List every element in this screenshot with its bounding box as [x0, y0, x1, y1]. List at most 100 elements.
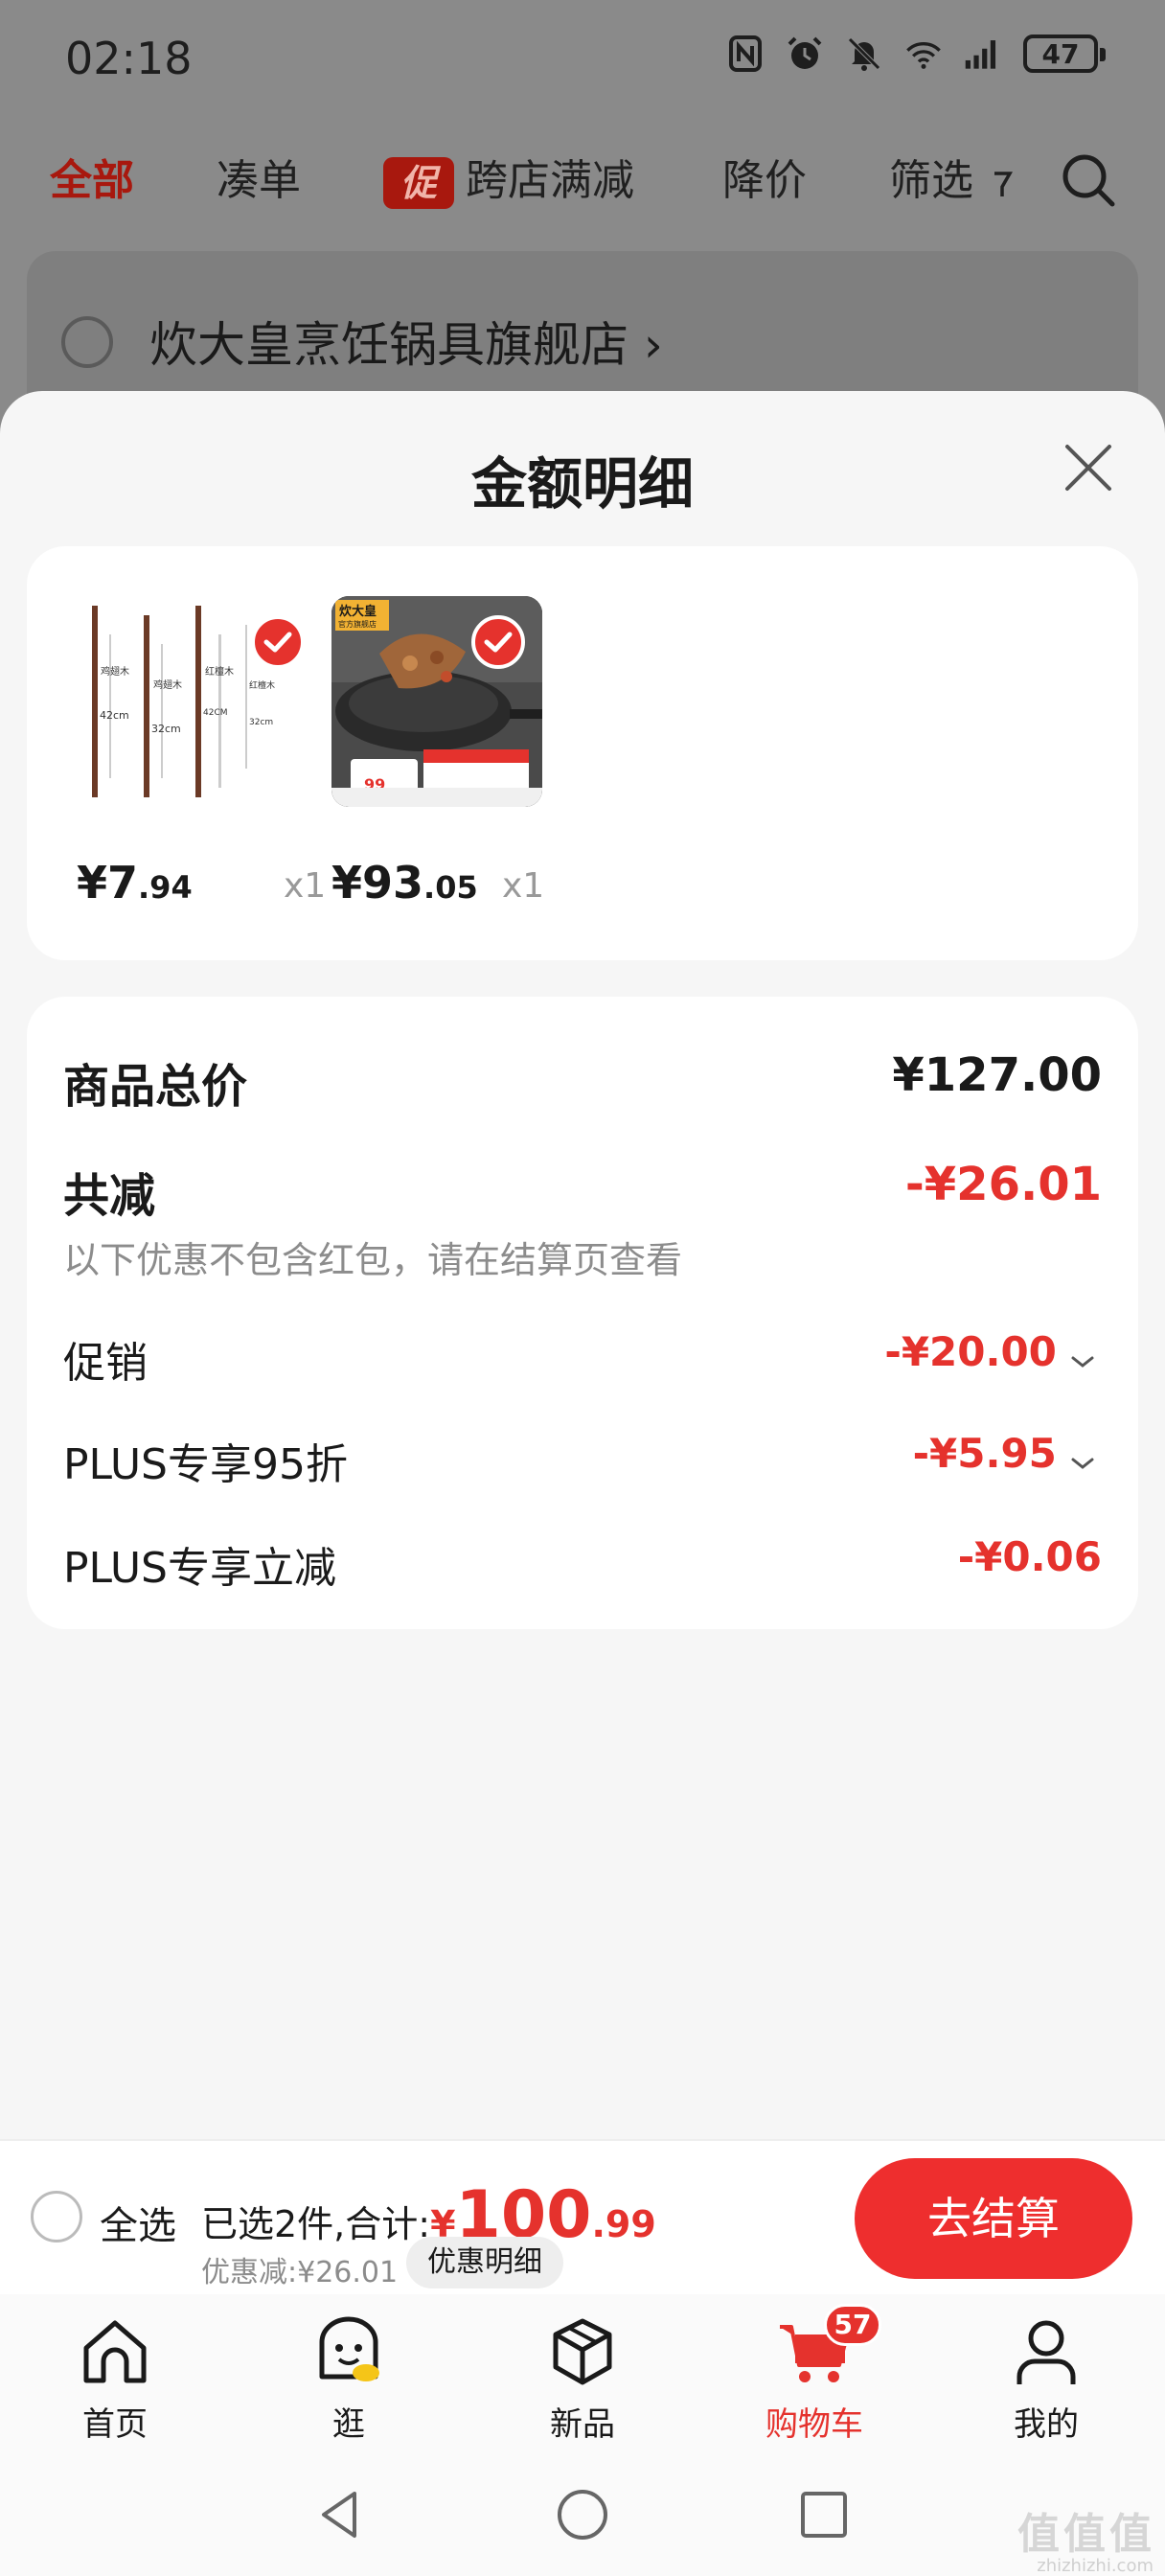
- nav-browse[interactable]: 逛: [272, 2313, 425, 2445]
- chevron-down-icon[interactable]: [1067, 1452, 1098, 1475]
- chopstick-size-1: 42cm: [100, 709, 129, 722]
- nfc-icon: [726, 34, 765, 73]
- product-selected-check-icon: [471, 615, 525, 669]
- close-icon[interactable]: [1060, 439, 1117, 496]
- nav-new-products[interactable]: 新品: [506, 2313, 659, 2445]
- nav-label: 首页: [82, 2405, 148, 2444]
- search-icon[interactable]: [1060, 151, 1117, 209]
- total-reduce-value: -¥26.01: [904, 1158, 1102, 1211]
- signal-icon: [964, 34, 1002, 73]
- nav-cart[interactable]: 57 购物车: [738, 2304, 891, 2445]
- product-price-int: ¥7: [77, 857, 139, 908]
- chopstick-label-1: 鸡翅木: [101, 665, 129, 678]
- discount-summary: 优惠减:¥26.01: [201, 2256, 399, 2289]
- nav-profile[interactable]: 我的: [970, 2313, 1123, 2445]
- store-checkbox[interactable]: [61, 316, 113, 368]
- chopstick-label-4: 红檀木: [249, 679, 275, 691]
- discount-detail-button[interactable]: 优惠明细: [406, 2237, 563, 2288]
- sheet-title: 金额明细: [470, 451, 694, 517]
- home-button-icon[interactable]: [554, 2486, 611, 2543]
- watermark-url: zhizhizhi.com: [1037, 2556, 1154, 2576]
- nav-label: 新品: [550, 2405, 615, 2444]
- nav-label: 我的: [1014, 2405, 1079, 2444]
- total-price-label: 商品总价: [63, 1060, 248, 1114]
- summary-card: 商品总价 ¥127.00 共减 -¥26.01 以下优惠不包含红包，请在结算页查…: [27, 997, 1138, 1629]
- sum-decimal: .99: [591, 2203, 656, 2245]
- store-name[interactable]: 炊大皇烹饪锅具旗舰店 ›: [149, 307, 663, 376]
- status-time: 02:18: [65, 33, 193, 84]
- watermark: 值值值: [1017, 2510, 1155, 2559]
- chevron-down-icon[interactable]: [1067, 1350, 1098, 1373]
- store-arrow: ›: [643, 317, 663, 373]
- product-qty: x1: [502, 866, 545, 906]
- discount-value: -¥5.95: [912, 1430, 1057, 1477]
- product-price: ¥7.94: [77, 857, 193, 908]
- reduce-note-row: 以下优惠不包含红包，请在结算页查看: [63, 1230, 1102, 1281]
- chopstick-size-2: 32cm: [151, 723, 181, 735]
- discount-value: -¥20.00: [884, 1328, 1057, 1375]
- product-selected-check-icon: [251, 615, 305, 669]
- tab-cross-store[interactable]: 促跨店满减: [383, 146, 634, 209]
- nav-label: 购物车: [765, 2405, 863, 2444]
- bottom-tab-bar: 首页 逛 新品 57 购物车 我的: [0, 2294, 1165, 2451]
- status-icons: 47: [726, 34, 1106, 73]
- system-nav-bar: 值值值 zhizhizhi.com: [0, 2451, 1165, 2576]
- mute-icon: [845, 34, 883, 73]
- cart-filter-tabs: 全部 凑单 促跨店满减 降价 筛选: [0, 134, 1165, 220]
- product-price-dec: .94: [138, 869, 193, 906]
- product-qty: x1: [284, 866, 327, 906]
- chopstick-label-2: 鸡翅木: [153, 678, 182, 691]
- cart-count-badge: 57: [824, 2304, 881, 2346]
- back-icon[interactable]: [312, 2486, 370, 2543]
- tab-filter-label: 筛选: [889, 156, 973, 205]
- discount-value: -¥0.06: [957, 1533, 1102, 1580]
- discount-value-wrap: -¥20.00: [884, 1328, 1098, 1375]
- discount-row-plus95[interactable]: PLUS专享95折 -¥5.95: [63, 1430, 1102, 1489]
- product-price-int: ¥93: [331, 857, 424, 908]
- reduce-note: 以下优惠不包含红包，请在结算页查看: [63, 1239, 683, 1281]
- filter-icon: [987, 156, 1016, 205]
- nav-home[interactable]: 首页: [38, 2313, 192, 2445]
- tab-cross-store-label: 跨店满减: [466, 156, 634, 205]
- checkout-bar: 全选 已选2件,合计:¥100.99 优惠减:¥26.01 优惠明细 去结算: [0, 2139, 1165, 2294]
- tab-price-drop[interactable]: 降价: [722, 146, 807, 207]
- selected-prefix: 已选2件,合计:: [201, 2203, 431, 2245]
- chopstick-size-4: 32cm: [249, 718, 273, 727]
- products-card: 鸡翅木 42cm 鸡翅木 32cm 红檀木 42CM 红檀木 32cm ¥7.9…: [27, 546, 1138, 960]
- new-products-icon: [544, 2313, 621, 2390]
- chopstick-label-3: 红檀木: [205, 665, 234, 678]
- select-all-label[interactable]: 全选: [100, 2195, 176, 2250]
- total-reduce-label: 共减: [63, 1169, 156, 1223]
- product-price-dec: .05: [423, 869, 478, 906]
- profile-icon: [1008, 2313, 1085, 2390]
- discount-value-wrap: -¥5.95: [913, 1430, 1098, 1477]
- promo-tag: 促: [383, 157, 454, 209]
- select-all-checkbox[interactable]: [31, 2191, 82, 2242]
- tab-bundle[interactable]: 凑单: [217, 146, 301, 207]
- chopstick-size-3: 42CM: [203, 708, 228, 718]
- store-name-text: 炊大皇烹饪锅具旗舰店: [149, 317, 628, 373]
- discount-label: PLUS专享立减: [63, 1544, 336, 1593]
- alarm-icon: [786, 34, 824, 73]
- discount-label: PLUS专享95折: [63, 1440, 348, 1489]
- status-bar: 02:18 47: [0, 0, 1165, 115]
- browse-icon: [310, 2313, 387, 2390]
- product-price: ¥93.05: [331, 857, 478, 908]
- total-price-row: 商品总价 ¥127.00: [63, 1048, 1102, 1114]
- discount-label: 促销: [63, 1339, 148, 1388]
- battery-icon: 47: [1023, 34, 1106, 73]
- total-price-value: ¥127.00: [892, 1048, 1102, 1102]
- tab-all[interactable]: 全部: [50, 146, 134, 207]
- cart-icon: 57: [776, 2304, 881, 2390]
- background-page: 02:18 47 全部 凑单 促跨店满减 降价 筛选 炊大皇烹饪锅具旗舰店 ›: [0, 0, 1165, 443]
- wifi-icon: [904, 34, 943, 73]
- checkout-button[interactable]: 去结算: [855, 2158, 1132, 2279]
- recents-icon[interactable]: [795, 2486, 853, 2543]
- pan-brand-label: 炊大皇: [339, 604, 377, 619]
- nav-label: 逛: [332, 2405, 365, 2444]
- total-reduce-row: 共减 -¥26.01: [63, 1158, 1102, 1223]
- discount-row-plus-reduce: PLUS专享立减 -¥0.06: [63, 1533, 1102, 1593]
- discount-row-promo[interactable]: 促销 -¥20.00: [63, 1328, 1102, 1388]
- tab-filter[interactable]: 筛选: [889, 146, 1016, 207]
- pan-store-label: 官方旗舰店: [338, 619, 377, 629]
